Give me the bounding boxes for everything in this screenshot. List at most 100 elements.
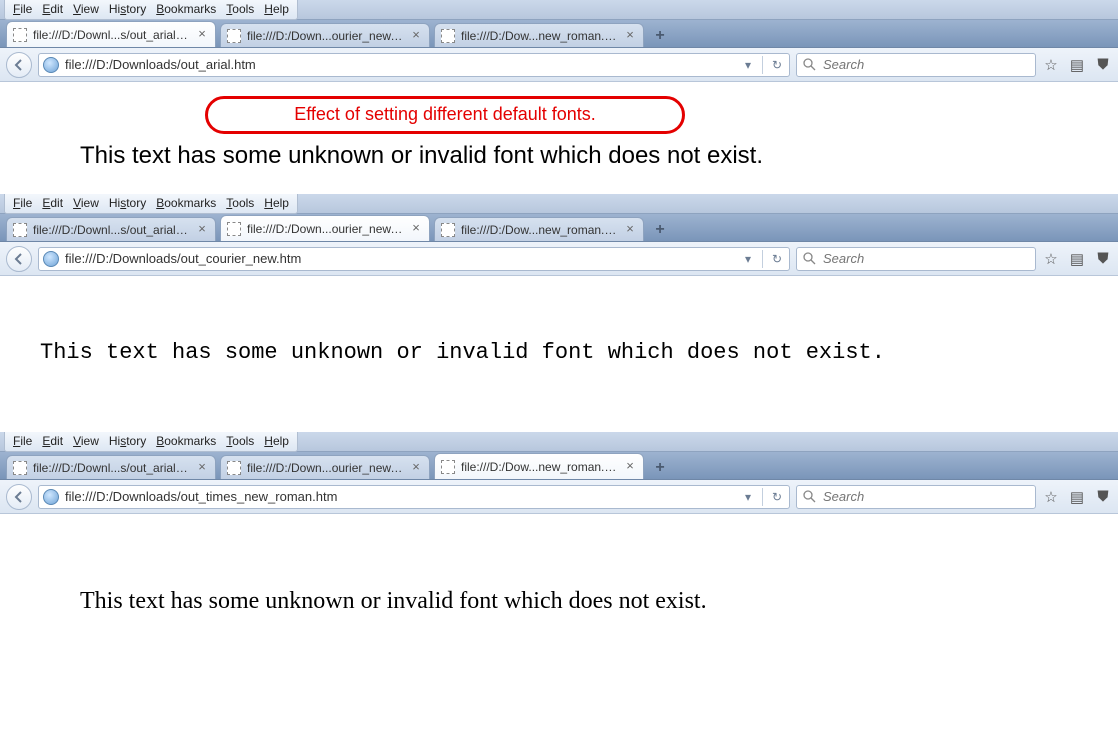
tab-close-icon[interactable]: × xyxy=(409,461,423,475)
new-tab-button[interactable]: + xyxy=(648,219,672,241)
search-icon xyxy=(801,251,817,267)
tab-1[interactable]: file:///D:/Downl...s/out_arial.htm × xyxy=(6,21,216,47)
menu-edit[interactable]: Edit xyxy=(38,196,67,210)
tab-close-icon[interactable]: × xyxy=(195,223,209,237)
bookmark-star-icon[interactable]: ☆ xyxy=(1042,56,1060,74)
divider xyxy=(762,250,763,268)
clipboard-icon[interactable]: ▤ xyxy=(1068,56,1086,74)
bookmark-star-icon[interactable]: ☆ xyxy=(1042,250,1060,268)
reload-icon[interactable]: ↻ xyxy=(769,251,785,267)
tab-favicon xyxy=(441,223,455,237)
nav-toolbar: ▾ ↻ ☆ ▤ ⛊ xyxy=(0,48,1118,82)
back-button[interactable] xyxy=(6,246,32,272)
page-content: This text has some unknown or invalid fo… xyxy=(0,514,1118,712)
new-tab-button[interactable]: + xyxy=(648,25,672,47)
toolbar-right: ☆ ▤ ⛊ xyxy=(1042,56,1112,74)
tabstrip: file:///D:/Downl...s/out_arial.htm × fil… xyxy=(0,214,1118,242)
bookmark-star-icon[interactable]: ☆ xyxy=(1042,488,1060,506)
pocket-icon[interactable]: ⛊ xyxy=(1094,250,1112,268)
urlbar-right: ▾ ↻ xyxy=(740,250,785,268)
urlbar[interactable]: ▾ ↻ xyxy=(38,53,790,77)
tab-2[interactable]: file:///D:/Down...ourier_new.htm × xyxy=(220,23,430,47)
url-input[interactable] xyxy=(63,56,736,73)
new-tab-button[interactable]: + xyxy=(648,457,672,479)
toolbar-right: ☆ ▤ ⛊ xyxy=(1042,250,1112,268)
back-button[interactable] xyxy=(6,484,32,510)
menu-history[interactable]: History xyxy=(105,2,150,16)
tab-favicon xyxy=(227,29,241,43)
tab-favicon xyxy=(13,461,27,475)
searchbar[interactable] xyxy=(796,247,1036,271)
menu-file[interactable]: File xyxy=(9,2,36,16)
nav-toolbar: ▾ ↻ ☆ ▤ ⛊ xyxy=(0,480,1118,514)
tab-2[interactable]: file:///D:/Down...ourier_new.htm × xyxy=(220,455,430,479)
globe-icon xyxy=(43,251,59,267)
url-input[interactable] xyxy=(63,488,736,505)
tab-close-icon[interactable]: × xyxy=(409,222,423,236)
dropdown-icon[interactable]: ▾ xyxy=(740,251,756,267)
menu-view[interactable]: View xyxy=(69,434,103,448)
dropdown-icon[interactable]: ▾ xyxy=(740,57,756,73)
urlbar[interactable]: ▾ ↻ xyxy=(38,247,790,271)
tab-title: file:///D:/Downl...s/out_arial.htm xyxy=(33,28,189,42)
tab-favicon xyxy=(227,222,241,236)
menubar: File Edit View History Bookmarks Tools H… xyxy=(0,0,1118,20)
tab-favicon xyxy=(227,461,241,475)
menu-view[interactable]: View xyxy=(69,196,103,210)
menu-history[interactable]: History xyxy=(105,196,150,210)
tab-title: file:///D:/Dow...new_roman.htm xyxy=(461,460,617,474)
tab-3[interactable]: file:///D:/Dow...new_roman.htm × xyxy=(434,23,644,47)
search-input[interactable] xyxy=(821,488,1031,505)
tab-close-icon[interactable]: × xyxy=(623,460,637,474)
menu-help[interactable]: Help xyxy=(260,2,293,16)
urlbar-right: ▾ ↻ xyxy=(740,488,785,506)
tab-1[interactable]: file:///D:/Downl...s/out_arial.htm × xyxy=(6,217,216,241)
searchbar[interactable] xyxy=(796,485,1036,509)
search-input[interactable] xyxy=(821,250,1031,267)
menu-area: File Edit View History Bookmarks Tools H… xyxy=(4,432,298,452)
tab-favicon xyxy=(441,460,455,474)
menu-file[interactable]: File xyxy=(9,196,36,210)
tab-close-icon[interactable]: × xyxy=(195,461,209,475)
menu-file[interactable]: File xyxy=(9,434,36,448)
clipboard-icon[interactable]: ▤ xyxy=(1068,250,1086,268)
tab-close-icon[interactable]: × xyxy=(195,28,209,42)
tab-close-icon[interactable]: × xyxy=(623,223,637,237)
menu-edit[interactable]: Edit xyxy=(38,434,67,448)
menu-tools[interactable]: Tools xyxy=(222,2,258,16)
tab-title: file:///D:/Dow...new_roman.htm xyxy=(461,29,617,43)
browser-window-1: File Edit View History Bookmarks Tools H… xyxy=(0,0,1118,194)
pocket-icon[interactable]: ⛊ xyxy=(1094,56,1112,74)
back-button[interactable] xyxy=(6,52,32,78)
pocket-icon[interactable]: ⛊ xyxy=(1094,488,1112,506)
tab-close-icon[interactable]: × xyxy=(409,29,423,43)
menu-tools[interactable]: Tools xyxy=(222,434,258,448)
search-input[interactable] xyxy=(821,56,1031,73)
tab-3[interactable]: file:///D:/Dow...new_roman.htm × xyxy=(434,453,644,479)
tab-2[interactable]: file:///D:/Down...ourier_new.htm × xyxy=(220,215,430,241)
tab-1[interactable]: file:///D:/Downl...s/out_arial.htm × xyxy=(6,455,216,479)
menu-help[interactable]: Help xyxy=(260,196,293,210)
urlbar-right: ▾ ↻ xyxy=(740,56,785,74)
menu-history[interactable]: History xyxy=(105,434,150,448)
url-input[interactable] xyxy=(63,250,736,267)
menu-bookmarks[interactable]: Bookmarks xyxy=(152,2,220,16)
tab-title: file:///D:/Downl...s/out_arial.htm xyxy=(33,461,189,475)
clipboard-icon[interactable]: ▤ xyxy=(1068,488,1086,506)
searchbar[interactable] xyxy=(796,53,1036,77)
menu-help[interactable]: Help xyxy=(260,434,293,448)
urlbar[interactable]: ▾ ↻ xyxy=(38,485,790,509)
dropdown-icon[interactable]: ▾ xyxy=(740,489,756,505)
menu-bookmarks[interactable]: Bookmarks xyxy=(152,434,220,448)
reload-icon[interactable]: ↻ xyxy=(769,489,785,505)
menu-tools[interactable]: Tools xyxy=(222,196,258,210)
arrow-left-icon xyxy=(13,59,25,71)
browser-window-2: File Edit View History Bookmarks Tools H… xyxy=(0,194,1118,432)
tab-close-icon[interactable]: × xyxy=(623,29,637,43)
reload-icon[interactable]: ↻ xyxy=(769,57,785,73)
menu-view[interactable]: View xyxy=(69,2,103,16)
menu-bookmarks[interactable]: Bookmarks xyxy=(152,196,220,210)
tab-3[interactable]: file:///D:/Dow...new_roman.htm × xyxy=(434,217,644,241)
menu-edit[interactable]: Edit xyxy=(38,2,67,16)
sample-text-times: This text has some unknown or invalid fo… xyxy=(80,588,1108,615)
